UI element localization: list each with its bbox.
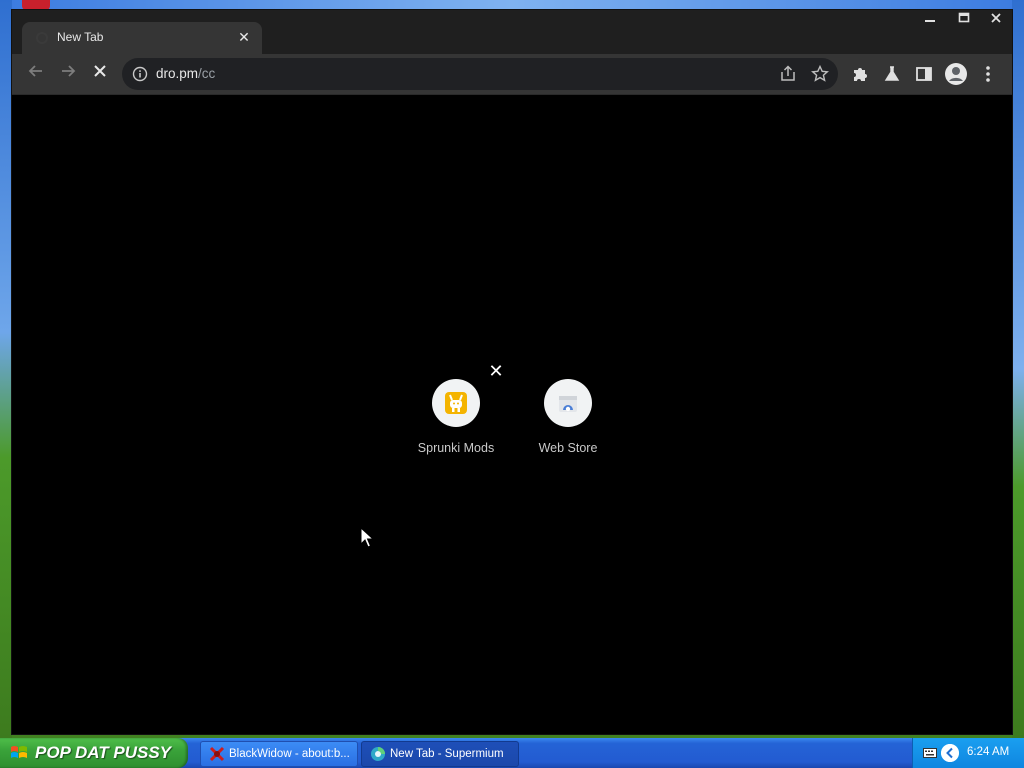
browser-toolbar: dro.pm/cc	[12, 54, 1012, 95]
url-text[interactable]: dro.pm/cc	[156, 66, 215, 81]
sprunki-icon	[445, 392, 467, 414]
profile-avatar-icon[interactable]	[944, 62, 968, 86]
shortcut-label: Sprunki Mods	[417, 441, 495, 455]
show-hidden-icons-icon[interactable]	[941, 744, 959, 762]
shortcut-label: Web Store	[538, 441, 598, 455]
start-label: POP DAT PUSSY	[35, 743, 172, 762]
forward-button[interactable]	[56, 62, 80, 86]
bookmark-star-icon[interactable]	[810, 64, 830, 84]
taskbar-item-label: New Tab - Supermium	[390, 748, 504, 760]
browser-window: New Tab ✕ dro.pm/cc Sprunki Mods ✕ Web S…	[12, 10, 1012, 734]
back-arrow-icon	[28, 65, 42, 77]
desktop-wallpaper-left	[0, 0, 12, 738]
taskbar-item-label: BlackWidow - about:b...	[229, 748, 350, 760]
minimize-button[interactable]	[914, 10, 946, 30]
close-window-button[interactable]	[980, 10, 1012, 30]
maximize-button[interactable]	[948, 10, 980, 30]
shortcut-icon-circle	[432, 379, 480, 427]
system-tray: 6:24 AM	[912, 738, 1024, 768]
browser-titlebar[interactable]: New Tab ✕	[12, 10, 1012, 54]
desktop-wallpaper-top	[0, 0, 1024, 10]
address-bar[interactable]: dro.pm/cc	[122, 58, 838, 90]
stop-icon	[94, 65, 106, 77]
desktop-icon-partial[interactable]	[22, 0, 50, 10]
blackwidow-icon	[209, 746, 225, 762]
desktop-wallpaper-right	[1012, 0, 1024, 738]
start-button[interactable]: POP DAT PUSSY	[0, 738, 188, 768]
tab-new-tab[interactable]: New Tab ✕	[22, 22, 262, 54]
windows-logo-icon	[11, 746, 27, 758]
site-info-icon[interactable]	[132, 66, 148, 82]
tab-close-icon[interactable]: ✕	[234, 27, 254, 47]
supermium-icon	[371, 747, 385, 761]
stop-loading-button[interactable]	[88, 62, 112, 86]
remove-shortcut-icon[interactable]: ✕	[486, 361, 506, 381]
url-path: /cc	[198, 66, 216, 81]
shortcut-sprunki-mods[interactable]: Sprunki Mods	[400, 371, 512, 459]
share-icon[interactable]	[778, 64, 798, 84]
url-host: dro.pm	[156, 66, 199, 81]
new-tab-page: Sprunki Mods ✕ Web Store	[12, 95, 1012, 734]
mouse-cursor-icon	[360, 527, 374, 548]
clock[interactable]: 6:24 AM	[967, 746, 1009, 758]
web-store-icon	[559, 396, 577, 412]
taskbar: POP DAT PUSSY BlackWidow - about:b... Ne…	[0, 738, 1024, 768]
shortcut-web-store[interactable]: Web Store	[512, 371, 624, 459]
close-icon	[991, 13, 1001, 23]
minimize-icon	[925, 20, 935, 22]
tab-title: New Tab	[57, 30, 104, 44]
extensions-icon[interactable]	[850, 64, 870, 84]
taskbar-item-supermium[interactable]: New Tab - Supermium	[361, 741, 519, 767]
shortcut-icon-circle	[544, 379, 592, 427]
tab-loading-icon	[36, 32, 48, 44]
back-button[interactable]	[24, 62, 48, 86]
taskbar-item-blackwidow[interactable]: BlackWidow - about:b...	[200, 741, 358, 767]
menu-kebab-icon[interactable]	[980, 64, 996, 84]
keyboard-icon[interactable]	[923, 747, 937, 759]
labs-flask-icon[interactable]	[882, 64, 902, 84]
forward-arrow-icon	[62, 65, 76, 77]
maximize-icon	[958, 12, 970, 23]
side-panel-icon[interactable]	[914, 64, 934, 84]
